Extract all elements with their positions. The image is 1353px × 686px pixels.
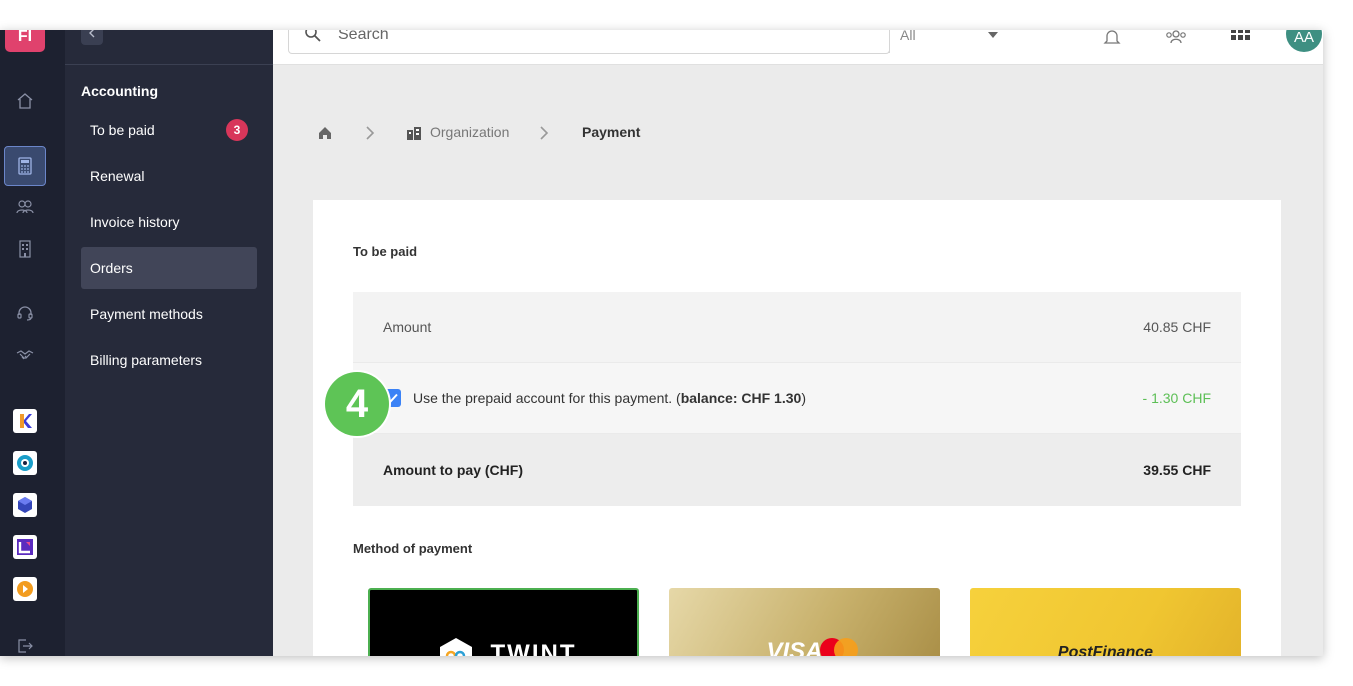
step-number-badge: 4 <box>325 372 389 436</box>
payment-method-visa[interactable]: VISA <box>669 588 940 656</box>
amount-row: Amount 40.85 CHF <box>353 292 1241 362</box>
sidebar-item-label: Billing parameters <box>90 352 203 368</box>
home-icon[interactable] <box>317 125 333 141</box>
users-icon[interactable] <box>4 188 46 226</box>
sidebar-divider <box>65 64 273 65</box>
calculator-icon[interactable] <box>4 146 46 186</box>
sidebar-item-orders[interactable]: Orders <box>81 247 257 289</box>
sidebar-item-to-be-paid[interactable]: To be paid 3 <box>81 109 257 151</box>
payment-summary-table: Amount 40.85 CHF Use the prepaid account… <box>353 292 1241 506</box>
section-title-to-be-paid: To be paid <box>353 244 418 259</box>
headset-icon[interactable] <box>4 294 46 332</box>
sidebar-item-label: Invoice history <box>90 214 180 230</box>
prepaid-text-close: ) <box>801 390 806 406</box>
breadcrumb-item-organization[interactable]: Organization <box>430 124 509 140</box>
app-window: FI Accounting To be paid 3 Renewal Invoi… <box>0 30 1323 656</box>
count-badge: 3 <box>226 119 248 141</box>
breadcrumb-current: Payment <box>582 124 641 140</box>
amount-to-pay-row: Amount to pay (CHF) 39.55 CHF <box>353 434 1241 506</box>
search-input[interactable]: Search <box>338 30 389 44</box>
prepaid-balance: balance: CHF 1.30 <box>680 390 802 406</box>
bell-icon[interactable] <box>1099 30 1125 50</box>
section-title-method-of-payment: Method of payment <box>353 541 473 556</box>
amount-value: 40.85 CHF <box>1143 319 1211 335</box>
topbar: Search All AA <box>273 30 1323 65</box>
app-logo-text: FI <box>17 30 33 45</box>
swiss-transfer-app-icon[interactable] <box>13 577 37 601</box>
payment-method-twint[interactable]: TWINT <box>368 588 639 656</box>
chevron-left-icon <box>89 30 95 38</box>
prepaid-option[interactable]: Use the prepaid account for this payment… <box>383 389 806 407</box>
apps-grid-icon[interactable] <box>1227 30 1253 50</box>
app-logo[interactable]: FI <box>5 30 45 52</box>
amount-label: Amount <box>383 319 432 335</box>
payment-method-postfinance[interactable]: PostFinance <box>970 588 1241 656</box>
sidebar-item-label: Renewal <box>90 168 145 184</box>
avatar[interactable]: AA <box>1286 30 1322 52</box>
payment-method-name: VISA <box>766 638 823 656</box>
kdrive-app-icon[interactable] <box>13 451 37 475</box>
sidebar-item-label: Payment methods <box>90 306 203 322</box>
sidebar-item-label: Orders <box>90 260 133 276</box>
handshake-icon[interactable] <box>4 336 46 374</box>
payment-method-name: TWINT <box>490 640 577 656</box>
search-filter-dropdown[interactable]: All <box>889 30 1008 53</box>
payment-method-name: PostFinance <box>1057 644 1154 656</box>
sidebar-section-title: Accounting <box>81 83 158 99</box>
amount-to-pay-label: Amount to pay (CHF) <box>383 462 523 478</box>
mastercard-icon <box>820 638 858 656</box>
caret-down-icon <box>988 32 998 38</box>
app-rail: FI <box>0 30 65 656</box>
sidebar-item-payment-methods[interactable]: Payment methods <box>81 293 257 335</box>
search-icon <box>305 30 321 42</box>
organization-icon <box>407 127 421 140</box>
building-icon[interactable] <box>4 230 46 268</box>
home-icon[interactable] <box>4 82 46 120</box>
search-filter-value: All <box>900 30 916 43</box>
kchat-app-icon[interactable] <box>13 409 37 433</box>
payment-card: To be paid Amount 40.85 CHF Use the prep… <box>313 200 1281 656</box>
team-icon[interactable] <box>1163 30 1189 50</box>
prepaid-deduction-value: - 1.30 CHF <box>1142 390 1211 406</box>
prepaid-row: Use the prepaid account for this payment… <box>353 362 1241 434</box>
chevron-right-icon <box>540 126 549 140</box>
chevron-right-icon <box>366 126 375 140</box>
avatar-initials: AA <box>1293 30 1314 46</box>
sidebar: Accounting To be paid 3 Renewal Invoice … <box>65 30 273 656</box>
amount-to-pay-value: 39.55 CHF <box>1143 462 1211 478</box>
search-bar[interactable]: Search All <box>288 30 998 54</box>
logout-icon[interactable] <box>4 627 46 656</box>
sidebar-item-billing-parameters[interactable]: Billing parameters <box>81 339 257 381</box>
kmeet-app-icon[interactable] <box>13 535 37 559</box>
sidebar-item-invoice-history[interactable]: Invoice history <box>81 201 257 243</box>
sidebar-item-label: To be paid <box>90 122 155 138</box>
prepaid-text: Use the prepaid account for this payment… <box>413 390 681 406</box>
cube-app-icon[interactable] <box>13 493 37 517</box>
collapse-sidebar-button[interactable] <box>81 30 103 45</box>
sidebar-item-renewal[interactable]: Renewal <box>81 155 257 197</box>
